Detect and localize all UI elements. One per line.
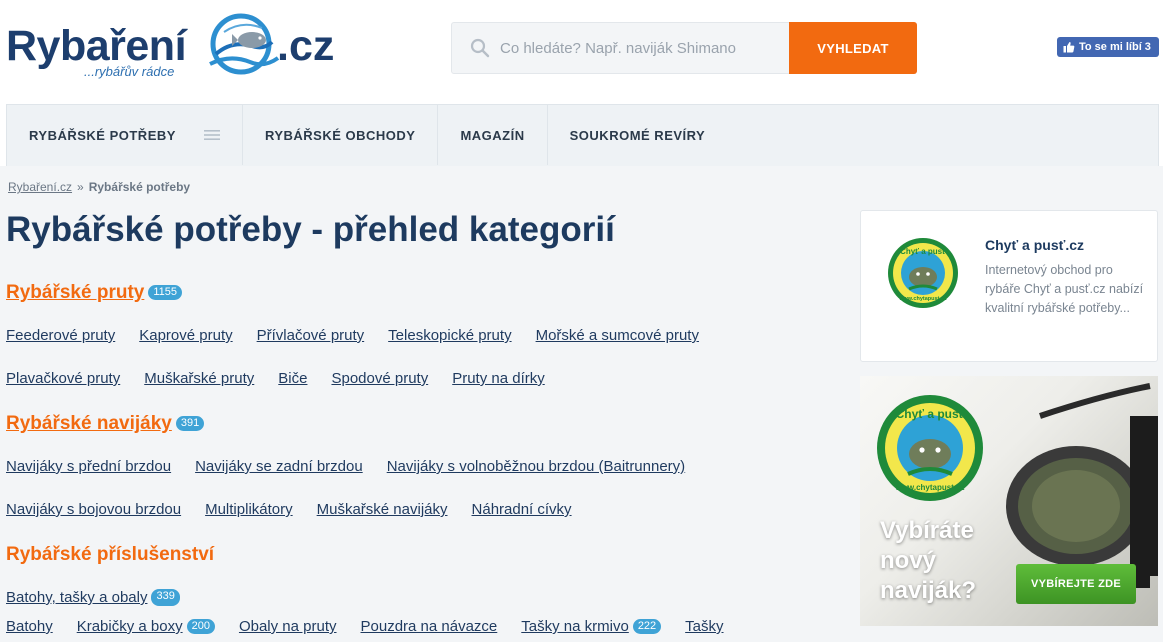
shop-logo-url: www.chytapust.cz xyxy=(898,296,947,302)
subcategory-link[interactable]: Tašky xyxy=(685,618,723,635)
count-badge: 391 xyxy=(175,416,205,432)
facebook-like-label: To se mi líbí 3 xyxy=(1079,41,1151,53)
category-title: Rybářské příslušenství xyxy=(6,544,215,565)
main-content: Rybaření.cz » Rybářské potřeby Rybářské po… xyxy=(0,166,1163,642)
breadcrumb-current: Rybářské potřeby xyxy=(88,180,191,194)
subcategory-link[interactable]: Muškařské pruty xyxy=(144,370,254,387)
nav-item-fishing-shops[interactable]: RYBÁŘSKÉ OBCHODY xyxy=(243,105,439,165)
category-links-row: Plavačkové pruty Muškařské pruty Biče Sp… xyxy=(6,370,569,387)
nav-item-label: MAGAZÍN xyxy=(460,127,525,143)
category-title: Rybářské navijáky xyxy=(6,413,172,434)
banner-logo-url: www.chytapust.cz xyxy=(894,483,964,492)
subcategory-link[interactable]: Teleskopické pruty xyxy=(388,327,511,344)
shop-description: Internetový obchod pro rybáře Chyť a pus… xyxy=(985,263,1144,315)
subcategory-link[interactable]: Krabičky a boxy xyxy=(77,618,183,635)
subcategory-link[interactable]: Kaprové pruty xyxy=(139,327,232,344)
count-badge: 200 xyxy=(186,619,215,634)
subcategory-with-count: Krabičky a boxy 200 xyxy=(77,618,215,635)
subcategory-link[interactable]: Biče xyxy=(278,370,307,387)
breadcrumb-home-link[interactable]: Rybaření.cz xyxy=(8,180,72,194)
count-badge: 222 xyxy=(632,619,662,634)
nav-item-label: SOUKROMÉ REVÍRY xyxy=(569,127,706,143)
breadcrumb: Rybaření.cz » Rybářské potřeby xyxy=(8,180,190,194)
category-heading-accessories: Rybářské příslušenství xyxy=(6,544,214,566)
fish-emblem-icon xyxy=(209,13,280,75)
shop-logo-text: Chyť a pusť xyxy=(900,247,946,256)
shop-card[interactable]: Chyť a pusť www.chytapust.cz Chyť a pusť… xyxy=(860,210,1158,362)
subcategory-link[interactable]: Multiplikátory xyxy=(205,501,293,518)
page-title: Rybářské potřeby - přehled kategorií xyxy=(6,210,615,249)
subcategory-link[interactable]: Muškařské navijáky xyxy=(317,501,448,518)
category-links-row: Feederové pruty Kaprové pruty Přívlačové… xyxy=(6,327,723,344)
subcategory-link[interactable]: Mořské a sumcové pruty xyxy=(536,327,699,344)
banner-logo-text: Chyť a pusť xyxy=(896,407,965,421)
breadcrumb-separator: » xyxy=(77,180,84,194)
subcategory-link[interactable]: Pruty na dírky xyxy=(452,370,545,387)
shop-title[interactable]: Chyť a pusť.cz xyxy=(985,237,1084,253)
subcategory-link[interactable]: Tašky na krmivo xyxy=(521,618,629,635)
subcategory-link[interactable]: Navijáky se zadní brzdou xyxy=(195,458,363,475)
shop-logo: Chyť a pusť www.chytapust.cz xyxy=(888,238,958,308)
subcategory-heading-row: Batohy, tašky a obaly 339 xyxy=(6,589,180,606)
search-bar: VYHLEDAT xyxy=(451,22,917,74)
category-links-row: Navijáky s bojovou brzdou Multiplikátory… xyxy=(6,501,596,518)
facebook-like-button[interactable]: To se mi líbí 3 xyxy=(1057,37,1159,57)
banner-cta-button[interactable]: VYBÍREJTE ZDE xyxy=(1016,564,1136,604)
subcategory-link[interactable]: Navijáky s bojovou brzdou xyxy=(6,501,181,518)
banner-shop-logo: Chyť a pusť www.chytapust.cz xyxy=(877,395,983,501)
logo-tagline: ...rybářův rádce xyxy=(84,64,175,79)
subcategory-with-count: Tašky na krmivo 222 xyxy=(521,618,662,635)
logo-name-right: .cz xyxy=(277,22,335,70)
subcategory-link[interactable]: Feederové pruty xyxy=(6,327,115,344)
nav-item-private-waters[interactable]: SOUKROMÉ REVÍRY xyxy=(548,105,728,165)
subcategory-link[interactable]: Přívlačové pruty xyxy=(257,327,365,344)
category-title: Rybářské pruty xyxy=(6,282,145,303)
subcategory-link[interactable]: Náhradní cívky xyxy=(472,501,572,518)
count-badge: 339 xyxy=(151,589,180,606)
nav-item-magazine[interactable]: MAGAZÍN xyxy=(438,105,548,165)
search-icon xyxy=(470,38,490,58)
subcategory-heading-link[interactable]: Batohy, tašky a obaly xyxy=(6,589,147,606)
category-heading-rods[interactable]: Rybářské pruty 1155 xyxy=(6,282,182,304)
subcategory-link[interactable]: Batohy xyxy=(6,618,53,635)
nav-item-label: RYBÁŘSKÉ OBCHODY xyxy=(264,127,416,143)
thumbs-up-icon xyxy=(1063,42,1075,53)
count-badge: 1155 xyxy=(148,285,182,301)
main-nav: RYBÁŘSKÉ POTŘEBY RYBÁŘSKÉ OBCHODY MAGAZÍ… xyxy=(6,104,1159,166)
search-input[interactable] xyxy=(500,23,790,73)
subcategory-link[interactable]: Pouzdra na návazce xyxy=(361,618,498,635)
category-links-row: Batohy Krabičky a boxy 200 Obaly na pruty… xyxy=(6,618,748,635)
subcategory-link[interactable]: Spodové pruty xyxy=(331,370,428,387)
reel-banner-ad[interactable]: Chyť a pusť www.chytapust.cz Vybíráte no… xyxy=(860,376,1158,626)
site-header: Rybaření .cz ...rybářův rádce VYHLEDAT T… xyxy=(0,0,1163,104)
nav-item-fishing-supplies[interactable]: RYBÁŘSKÉ POTŘEBY xyxy=(7,105,243,165)
category-heading-reels[interactable]: Rybářské navijáky 391 xyxy=(6,413,205,435)
category-links-row: Navijáky s přední brzdou Navijáky se zad… xyxy=(6,458,709,475)
subcategory-link[interactable]: Obaly na pruty xyxy=(239,618,337,635)
subcategory-link[interactable]: Plavačkové pruty xyxy=(6,370,120,387)
search-button[interactable]: VYHLEDAT xyxy=(789,22,917,74)
site-logo[interactable]: Rybaření .cz ...rybářův rádce xyxy=(6,10,336,82)
subcategory-link[interactable]: Navijáky s volnoběžnou brzdou (Baitrunne… xyxy=(387,458,685,475)
nav-item-label: RYBÁŘSKÉ POTŘEBY xyxy=(29,127,176,143)
hamburger-icon[interactable] xyxy=(203,130,220,140)
subcategory-link[interactable]: Navijáky s přední brzdou xyxy=(6,458,171,475)
banner-headline: Vybíráte nový naviják? xyxy=(880,517,977,604)
